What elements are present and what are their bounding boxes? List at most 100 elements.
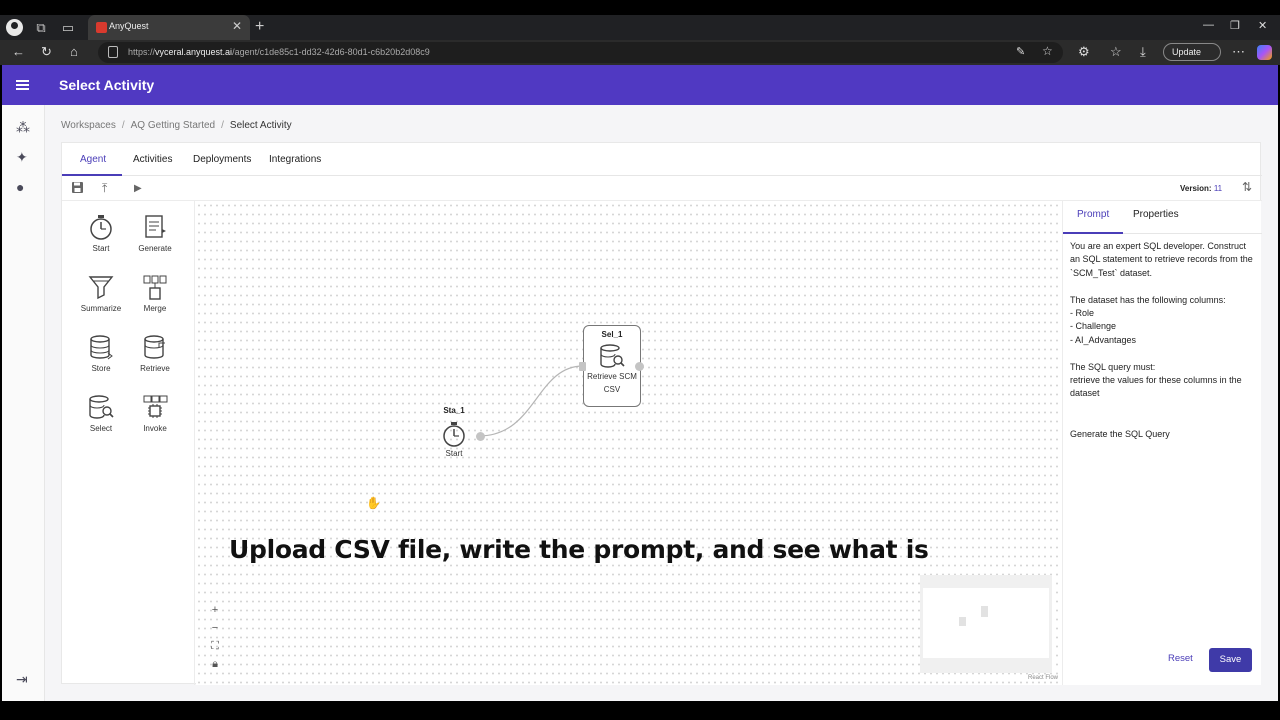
tab-deployments[interactable]: Deployments xyxy=(193,154,251,165)
home-icon[interactable]: ⌂ xyxy=(70,44,78,59)
palette-item-generate[interactable]: Generate xyxy=(130,213,180,253)
app-header: Select Activity xyxy=(2,65,1278,105)
palette-item-select[interactable]: Select xyxy=(76,393,126,433)
tab-integrations[interactable]: Integrations xyxy=(269,154,321,165)
profile-icon[interactable] xyxy=(6,19,23,36)
copilot-icon[interactable] xyxy=(1257,45,1272,60)
activity-palette: Start Generate Summarize Merge Store Ret… xyxy=(62,201,195,685)
node-start[interactable]: Sta_1 Start xyxy=(434,406,474,458)
palette-item-merge[interactable]: Merge xyxy=(130,273,180,313)
react-flow-attribution[interactable]: React Flow xyxy=(1028,675,1058,681)
database-export-icon xyxy=(141,333,169,361)
tab-properties[interactable]: Properties xyxy=(1133,209,1179,220)
tab-prompt[interactable]: Prompt xyxy=(1077,209,1109,220)
palette-item-retrieve[interactable]: Retrieve xyxy=(130,333,180,373)
back-icon[interactable]: ← xyxy=(12,44,25,59)
close-window-icon[interactable]: ✕ xyxy=(1258,19,1267,32)
database-icon xyxy=(87,333,115,361)
target-handle[interactable] xyxy=(579,362,586,371)
zoom-in-icon[interactable]: + xyxy=(206,601,224,619)
user-icon[interactable]: ● xyxy=(16,179,24,195)
tab-actions-icon[interactable]: ▭ xyxy=(60,20,76,36)
extensions-icon[interactable]: ⚙ xyxy=(1078,44,1090,60)
database-search-icon xyxy=(598,342,626,370)
properties-panel: Prompt Properties You are an expert SQL … xyxy=(1062,201,1262,685)
palette-item-store[interactable]: Store xyxy=(76,333,126,373)
palette-label: Merge xyxy=(143,304,167,313)
app-window: Select Activity ⁂ ✦ ● ⇥ Workspaces / AQ Ge… xyxy=(2,65,1278,701)
zoom-out-icon[interactable]: − xyxy=(206,619,224,637)
swap-icon[interactable]: ⇅ xyxy=(1242,180,1252,194)
url-text: https://vyceral.anyquest.ai/agent/c1de85… xyxy=(128,47,430,57)
merge-icon xyxy=(141,273,169,301)
reset-button[interactable]: Reset xyxy=(1168,653,1193,664)
menu-icon[interactable] xyxy=(16,80,29,90)
palette-item-invoke[interactable]: Invoke xyxy=(130,393,180,433)
minimap-viewport xyxy=(923,588,1049,658)
zoom-controls: + − ⛶ 🔒︎ xyxy=(206,601,224,673)
active-tab-indicator xyxy=(1063,232,1123,234)
version-indicator: Version: 11 xyxy=(1180,184,1222,193)
version-label: Version: xyxy=(1180,184,1212,193)
downloads-icon[interactable]: ⤓ xyxy=(1140,44,1146,60)
active-tab-indicator xyxy=(62,174,122,176)
node-select[interactable]: Sel_1 Retrieve SCM CSV xyxy=(583,325,641,407)
favorite-star-icon[interactable]: ☆ xyxy=(1042,44,1053,58)
browser-tab-title: AnyQuest xyxy=(109,21,149,31)
run-icon[interactable]: ▶ xyxy=(134,183,142,194)
save-icon[interactable] xyxy=(71,181,84,197)
restore-icon[interactable]: ❐ xyxy=(1230,19,1240,32)
palette-item-summarize[interactable]: Summarize xyxy=(76,273,126,313)
source-handle[interactable] xyxy=(635,362,644,371)
breadcrumb-aq-getting-started[interactable]: AQ Getting Started xyxy=(131,120,216,131)
tab-agent[interactable]: Agent xyxy=(80,154,106,165)
video-caption: Upload CSV file, write the prompt, and s… xyxy=(229,535,929,564)
refresh-icon[interactable]: ↻ xyxy=(41,44,52,60)
prompt-textarea[interactable]: You are an expert SQL developer. Constru… xyxy=(1070,240,1256,441)
node-label: Retrieve SCM CSV xyxy=(587,372,637,394)
editor-card: Agent Activities Deployments Integration… xyxy=(61,142,1262,685)
left-nav-rail: ⁂ ✦ ● ⇥ xyxy=(2,105,45,701)
browser-toolbar: ← ↻ ⌂ https://vyceral.anyquest.ai/agent/… xyxy=(0,40,1280,65)
sparkles-icon[interactable]: ✦ xyxy=(16,149,28,166)
palette-label: Select xyxy=(89,424,113,433)
lock-icon[interactable]: 🔒︎ xyxy=(206,655,224,673)
panel-tabs: Prompt Properties xyxy=(1063,201,1262,234)
new-tab-icon[interactable]: + xyxy=(255,18,264,36)
node-id: Sel_1 xyxy=(601,330,623,339)
hand-cursor-icon: ✋ xyxy=(366,496,381,510)
stopwatch-icon xyxy=(440,420,468,448)
minimap[interactable] xyxy=(920,575,1052,673)
palette-label: Invoke xyxy=(143,424,167,433)
database-search-icon xyxy=(87,393,115,421)
flow-canvas[interactable]: Sta_1 Start Sel_1 Retrieve SCM CSV ✋ Upl… xyxy=(196,201,1062,685)
source-handle[interactable] xyxy=(476,432,485,441)
palette-item-start[interactable]: Start xyxy=(76,213,126,253)
breadcrumb: Workspaces / AQ Getting Started / Select Act… xyxy=(61,120,292,131)
agents-icon[interactable]: ⁂ xyxy=(16,119,30,136)
favorites-icon[interactable]: ☆ xyxy=(1110,44,1122,60)
workspaces-icon[interactable]: ⧉ xyxy=(33,20,49,36)
browser-tab[interactable]: AnyQuest ✕ xyxy=(88,15,250,40)
palette-label: Retrieve xyxy=(140,364,170,373)
breadcrumb-workspaces[interactable]: Workspaces xyxy=(61,120,116,131)
fit-view-icon[interactable]: ⛶ xyxy=(206,637,224,655)
palette-label: Summarize xyxy=(80,304,122,313)
more-menu-icon[interactable]: ⋯ xyxy=(1232,44,1245,60)
tab-activities[interactable]: Activities xyxy=(133,154,172,165)
editor-tabs: Agent Activities Deployments Integration… xyxy=(62,143,1262,176)
publish-icon[interactable]: ⤒ xyxy=(102,181,107,196)
minimize-icon[interactable]: — xyxy=(1203,19,1214,31)
edit-icon[interactable]: ✎ xyxy=(1016,45,1025,58)
minimap-node xyxy=(981,606,988,617)
address-bar[interactable]: https://vyceral.anyquest.ai/agent/c1de85… xyxy=(98,42,1063,63)
minimap-node xyxy=(959,617,966,626)
close-tab-icon[interactable]: ✕ xyxy=(232,19,242,33)
node-label: Start xyxy=(445,449,463,458)
browser-tabbar: ⧉ ▭ AnyQuest ✕ + — ❐ ✕ xyxy=(0,15,1280,40)
save-button[interactable]: Save xyxy=(1209,648,1252,672)
breadcrumb-current: Select Activity xyxy=(229,120,292,131)
logout-icon[interactable]: ⇥ xyxy=(16,671,28,688)
update-button[interactable]: Update xyxy=(1163,43,1221,61)
version-value: 11 xyxy=(1213,184,1223,193)
